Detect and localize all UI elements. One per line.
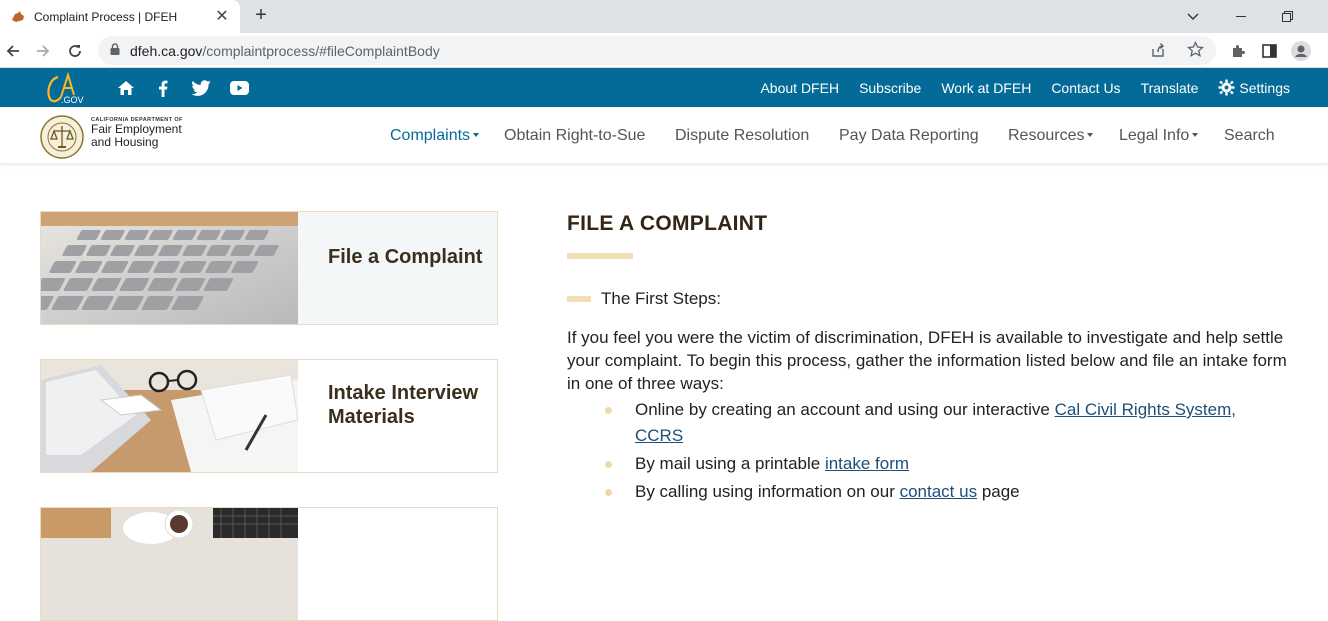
nav-resources-text: Resources [1008,126,1085,144]
youtube-icon[interactable] [229,78,249,98]
nav-dispute-resolution-label[interactable]: Dispute Resolution [675,127,809,145]
contact-us-link[interactable]: Contact Us [1051,80,1120,96]
nav-pay-data-label[interactable]: Pay Data Reporting [839,127,979,145]
lock-icon[interactable] [110,42,120,60]
list-item: By mail using a printable intake form [567,451,1287,477]
reload-icon[interactable] [64,40,86,62]
bullet-dot [605,489,612,496]
nav-search[interactable]: Search [1224,107,1275,164]
org-name[interactable]: CALIFORNIA DEPARTMENT OF Fair Employment… [91,117,183,149]
nav-legal-info-label[interactable]: Legal Info [1119,126,1199,145]
steps-dash [567,296,591,302]
file-complaint-card[interactable]: File a Complaint [40,211,498,325]
site-utility-bar: .GOV About DFEH Subscribe Work at DFEH C… [0,68,1328,107]
list-item: By calling using information on our cont… [567,479,1287,505]
state-seal-logo[interactable] [40,115,84,159]
nav-legal-info-text: Legal Info [1119,126,1190,144]
twitter-icon[interactable] [191,78,211,98]
nav-right-to-sue[interactable]: Obtain Right-to-Sue [504,107,645,164]
restore-icon[interactable] [1264,0,1310,33]
profile-avatar-icon[interactable] [1290,40,1312,62]
tab-search-chevron-icon[interactable] [1170,0,1216,33]
url-text: dfeh.ca.gov/complaintprocess/#fileCompla… [130,43,440,59]
main-content: FILE A COMPLAINT The First Steps: If you… [567,212,1287,507]
work-at-dfeh-link[interactable]: Work at DFEH [941,80,1031,96]
tab-title: Complaint Process | DFEH [34,9,178,24]
intake-form-link[interactable]: intake form [825,454,909,473]
subscribe-link[interactable]: Subscribe [859,80,921,96]
bear-favicon-icon [10,9,26,25]
translate-link[interactable]: Translate [1141,80,1199,96]
home-icon[interactable] [116,78,136,98]
nav-resources[interactable]: Resources [1008,107,1094,164]
nav-complaints-label[interactable]: Complaints [390,126,480,145]
intro-paragraph: If you feel you were the victim of discr… [567,328,1287,393]
caret-down-icon [1087,133,1094,138]
browser-tab[interactable]: Complaint Process | DFEH ✕ [0,0,240,33]
first-steps-subheading: The First Steps: [567,289,1287,309]
page-heading: FILE A COMPLAINT [567,212,768,235]
extensions-puzzle-icon[interactable] [1227,40,1249,62]
svg-text:.GOV: .GOV [61,95,84,105]
nav-search-label[interactable]: Search [1224,127,1275,145]
ways-list: Online by creating an account and using … [567,397,1287,505]
url-path: /complaintprocess/#fileComplaintBody [202,42,440,59]
desk-glasses-photo [41,360,298,472]
intake-interview-card[interactable]: Intake Interview Materials [40,359,498,473]
share-icon[interactable] [1150,42,1166,63]
url-omnibox[interactable]: dfeh.ca.gov/complaintprocess/#fileCompla… [98,36,1216,65]
settings-button[interactable]: Settings [1218,79,1290,96]
desk-coffee-photo [41,508,298,620]
side-panel-icon[interactable] [1258,40,1280,62]
nav-resources-label[interactable]: Resources [1008,126,1094,145]
list-item: Online by creating an account and using … [567,397,1287,449]
nav-right-to-sue-label[interactable]: Obtain Right-to-Sue [504,127,645,145]
keyboard-photo [41,212,298,324]
nav-complaints[interactable]: Complaints [390,107,480,164]
minimize-icon[interactable] [1218,0,1264,33]
bullet-dot [605,461,612,468]
browser-tab-strip: Complaint Process | DFEH ✕ + [0,0,1328,33]
intake-interview-label: Intake Interview Materials [328,382,479,428]
caret-down-icon [1192,133,1199,138]
tab-close-icon[interactable]: ✕ [212,7,232,27]
partial-card[interactable] [40,507,498,621]
nav-pay-data[interactable]: Pay Data Reporting [839,107,979,164]
back-arrow-icon[interactable] [2,40,24,62]
list-item-text: By calling using information on our [635,482,900,501]
caret-down-icon [473,133,480,138]
gear-icon [1218,79,1235,96]
url-host: dfeh.ca.gov [130,42,203,59]
bullet-dot [605,407,612,414]
contact-us-inline-link[interactable]: contact us [900,482,978,501]
bookmark-star-icon[interactable] [1186,40,1205,63]
nav-legal-info[interactable]: Legal Info [1119,107,1199,164]
heading-underline [567,253,633,259]
new-tab-plus-icon[interactable]: + [250,5,272,27]
list-item-text: By mail using a printable [635,454,825,473]
first-steps-label: The First Steps: [601,289,721,308]
about-dfeh-link[interactable]: About DFEH [760,80,839,96]
file-complaint-label: File a Complaint [328,246,483,268]
ca-gov-logo[interactable]: .GOV [44,71,90,105]
address-toolbar: dfeh.ca.gov/complaintprocess/#fileCompla… [0,33,1328,68]
org-name-line2: and Housing [91,135,159,149]
forward-arrow-icon[interactable] [32,40,54,62]
list-item-text: Online by creating an account and using … [635,400,1055,419]
utility-links: About DFEH Subscribe Work at DFEH Contac… [740,68,1290,107]
facebook-icon[interactable] [153,78,173,98]
nav-dispute-resolution[interactable]: Dispute Resolution [675,107,809,164]
settings-label: Settings [1239,79,1290,96]
list-item-suffix: page [977,482,1020,501]
site-navigation: CALIFORNIA DEPARTMENT OF Fair Employment… [0,107,1328,164]
nav-complaints-text: Complaints [390,126,471,144]
